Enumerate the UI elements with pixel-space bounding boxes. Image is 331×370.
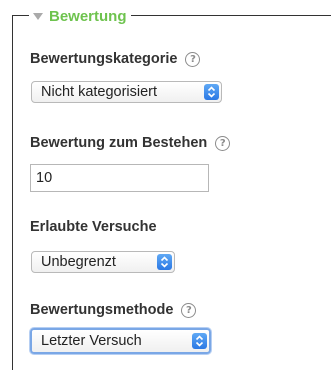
pass-grade-label-row: Bewertung zum Bestehen ? <box>30 135 231 151</box>
section-title[interactable]: Bewertung <box>49 8 127 25</box>
method-select[interactable]: Letzter Versuch <box>30 328 211 354</box>
select-arrows-icon <box>157 254 172 270</box>
select-arrows-icon <box>192 333 207 349</box>
collapse-triangle-icon[interactable] <box>33 13 43 20</box>
category-select[interactable]: Nicht kategorisiert <box>31 81 222 103</box>
attempts-select-value: Unbegrenzt <box>41 254 116 270</box>
attempts-label: Erlaubte Versuche <box>30 219 157 235</box>
method-select-value: Letzter Versuch <box>41 333 142 349</box>
help-icon[interactable]: ? <box>185 51 201 67</box>
attempts-label-row: Erlaubte Versuche <box>30 219 157 235</box>
help-icon[interactable]: ? <box>181 302 197 318</box>
pass-grade-input[interactable]: 10 <box>30 164 209 192</box>
fieldset-frame-left <box>12 15 13 370</box>
category-label: Bewertungskategorie <box>30 51 178 67</box>
pass-grade-label: Bewertung zum Bestehen <box>30 135 208 151</box>
category-label-row: Bewertungskategorie ? <box>30 51 201 67</box>
method-label: Bewertungsmethode <box>30 302 174 318</box>
attempts-select[interactable]: Unbegrenzt <box>31 251 175 273</box>
section-legend[interactable]: Bewertung <box>29 7 131 25</box>
category-select-value: Nicht kategorisiert <box>41 84 158 100</box>
help-icon[interactable]: ? <box>215 135 231 151</box>
method-label-row: Bewertungsmethode ? <box>30 302 197 318</box>
select-arrows-icon <box>204 84 219 100</box>
